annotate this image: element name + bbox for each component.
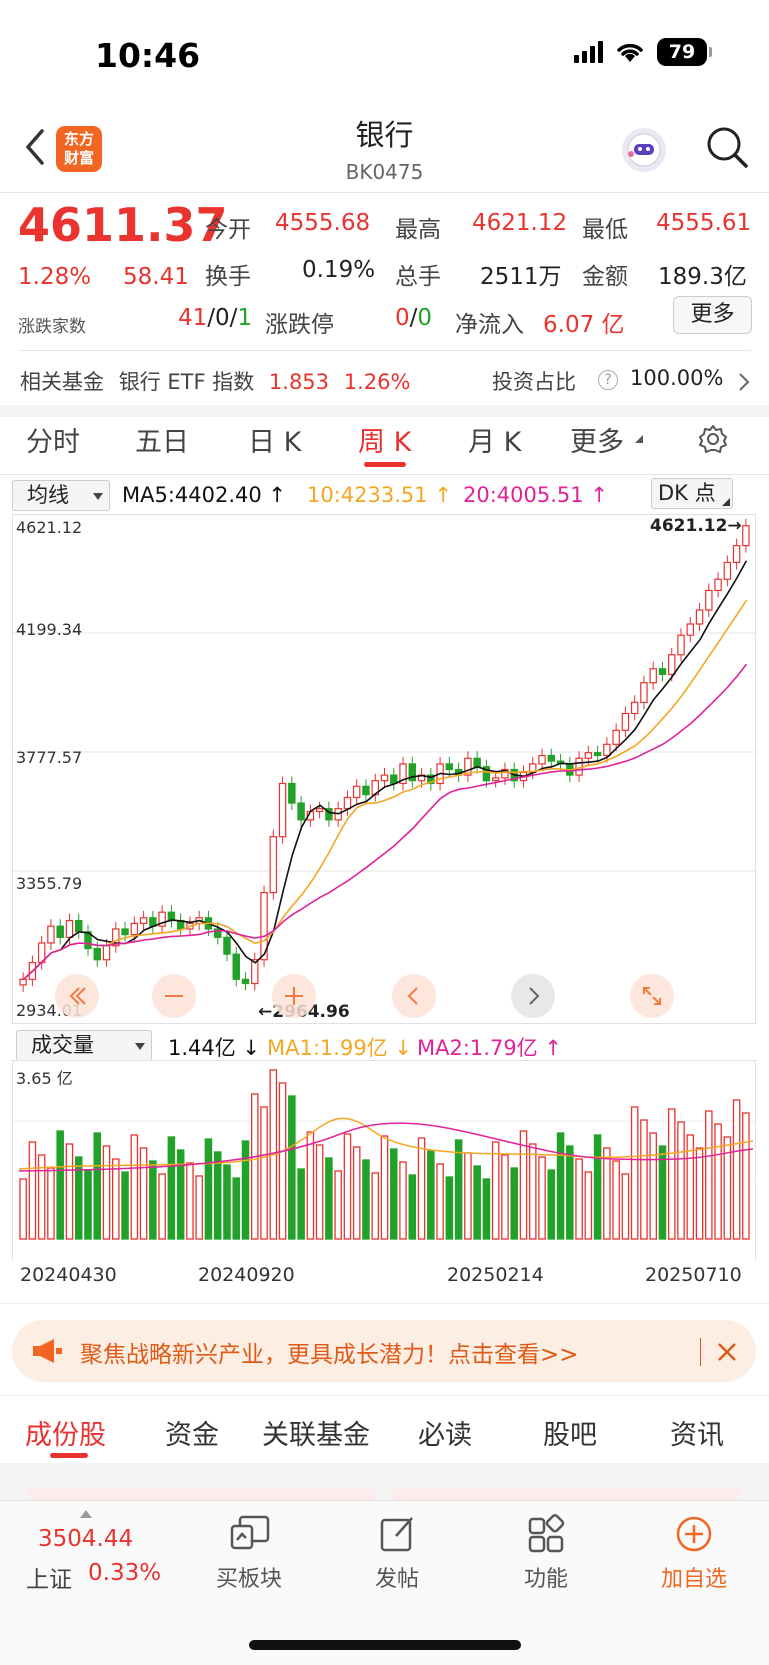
functions-label[interactable]: 功能 — [486, 1561, 606, 1593]
tab-daily-k[interactable]: 日 K — [248, 420, 301, 459]
tab-must-read[interactable]: 必读 — [418, 1413, 472, 1452]
tab-intraday[interactable]: 分时 — [26, 420, 80, 459]
date-label: 20250710 — [645, 1264, 742, 1286]
sub-tab-underline — [50, 1453, 88, 1458]
volume-svg — [13, 1069, 757, 1240]
fund-pct: 1.26% — [343, 370, 411, 394]
max-marker: 4621.12→ — [650, 516, 742, 536]
scroll-left-button[interactable] — [392, 974, 436, 1018]
volume-value: 2511万 — [480, 264, 562, 290]
fund-price: 1.853 — [268, 370, 330, 394]
buy-board-icon[interactable] — [228, 1514, 272, 1554]
kline-svg — [13, 518, 757, 992]
tab-news[interactable]: 资讯 — [670, 1413, 724, 1452]
change-pct: 1.28% — [18, 264, 92, 290]
amount-label: 金额 — [582, 264, 628, 290]
chevron-right-icon — [739, 373, 750, 391]
add-watchlist-label[interactable]: 加自选 — [634, 1561, 754, 1593]
date-label: 20250214 — [447, 1264, 544, 1286]
y-axis-label: 3355.79 — [16, 874, 83, 893]
dk-point-toggle[interactable]: DK 点 — [651, 478, 733, 509]
y-axis-label: 3777.57 — [16, 748, 83, 767]
index-value[interactable]: 3504.44 — [38, 1526, 133, 1552]
home-indicator — [249, 1640, 521, 1650]
tab-capital[interactable]: 资金 — [165, 1413, 219, 1452]
fund-name: 银行 ETF 指数 — [118, 370, 255, 394]
tab-related-funds[interactable]: 关联基金 — [262, 1413, 370, 1452]
buy-board-label[interactable]: 买板块 — [189, 1561, 309, 1593]
open-label: 今开 — [205, 217, 251, 243]
ma5-value: MA5:4402.40 ↑ — [122, 483, 287, 507]
y-axis-label-max: 4621.12 — [16, 518, 83, 537]
tab-monthly-k[interactable]: 月 K — [468, 420, 521, 459]
post-label[interactable]: 发帖 — [337, 1561, 457, 1593]
tab-weekly-k[interactable]: 周 K — [358, 420, 411, 459]
add-watchlist-icon[interactable] — [674, 1514, 714, 1554]
battery-indicator: 79 — [657, 38, 712, 66]
ma10-value: 10:4233.51 ↑ — [307, 483, 452, 507]
amount-value: 189.3亿 — [658, 264, 747, 290]
current-price: 4611.37 — [18, 198, 228, 252]
fullscreen-button[interactable] — [630, 974, 674, 1018]
breadth-values: 41/0/1 — [178, 305, 253, 331]
close-icon[interactable] — [716, 1341, 738, 1363]
scroll-right-button[interactable] — [511, 974, 555, 1018]
compose-icon[interactable] — [378, 1514, 418, 1554]
index-name[interactable]: 上证 — [26, 1560, 72, 1594]
turnover-label: 换手 — [205, 264, 251, 290]
fund-label: 相关基金 — [20, 370, 104, 394]
active-tab-underline — [364, 462, 406, 467]
tab-five-day[interactable]: 五日 — [135, 420, 189, 459]
low-label: 最低 — [582, 217, 628, 243]
settings-gear-icon[interactable] — [698, 424, 728, 454]
turnover-value: 0.19% — [302, 257, 376, 283]
wifi-icon — [617, 43, 643, 62]
related-fund-row[interactable]: 相关基金 银行 ETF 指数 1.853 1.26% 投资占比 ? 100.00… — [20, 366, 755, 398]
high-label: 最高 — [395, 217, 441, 243]
indicator-select[interactable]: 均线 — [12, 480, 110, 511]
more-button[interactable]: 更多 — [673, 296, 752, 334]
change-amount: 58.41 — [123, 264, 189, 290]
high-value: 4621.12 — [472, 210, 568, 236]
date-label: 20240430 — [20, 1264, 117, 1286]
index-pct[interactable]: 0.33% — [88, 1560, 161, 1586]
netflow-value: 6.07 亿 — [543, 312, 625, 338]
help-icon[interactable]: ? — [598, 370, 618, 390]
ratio-value: 100.00% — [630, 366, 724, 390]
breadth-label: 涨跌家数 — [18, 317, 86, 337]
volume-label: 总手 — [395, 264, 441, 290]
volume-value: 1.44亿 ↓ — [168, 1036, 261, 1060]
functions-grid-icon[interactable] — [527, 1514, 567, 1554]
ratio-label: 投资占比 — [492, 370, 576, 394]
zoom-in-button[interactable] — [272, 974, 316, 1018]
low-value: 4555.61 — [656, 210, 752, 236]
tab-more[interactable]: 更多 — [570, 420, 624, 459]
tab-forum[interactable]: 股吧 — [543, 1413, 597, 1452]
volume-indicator-select[interactable]: 成交量 — [16, 1030, 152, 1061]
cellular-signal-icon — [574, 41, 603, 63]
more-caret-icon — [635, 435, 643, 443]
kline-chart[interactable] — [12, 514, 757, 1024]
volume-y-max: 3.65 亿 — [16, 1069, 73, 1088]
ma20-value: 20:4005.51 ↑ — [463, 483, 608, 507]
netflow-label: 净流入 — [455, 312, 524, 338]
caret-up-icon — [80, 1510, 92, 1518]
megaphone-icon — [33, 1339, 62, 1363]
limit-label: 涨跌停 — [265, 312, 334, 338]
tab-constituents[interactable]: 成份股 — [25, 1413, 106, 1452]
y-axis-label: 4199.34 — [16, 620, 83, 639]
limit-values: 0/0 — [395, 305, 433, 331]
ai-assistant-robot-icon[interactable] — [622, 128, 666, 172]
volume-ma1: MA1:1.99亿 ↓ — [267, 1036, 412, 1060]
date-label: 20240920 — [198, 1264, 295, 1286]
open-value: 4555.68 — [275, 210, 371, 236]
banner-text[interactable]: 聚焦战略新兴产业，更具成长潜力！点击查看>> — [80, 1335, 579, 1369]
status-time: 10:46 — [95, 36, 201, 75]
scroll-start-button[interactable] — [55, 974, 99, 1018]
status-icons: 79 — [574, 38, 712, 66]
volume-ma2: MA2:1.79亿 ↑ — [417, 1036, 562, 1060]
volume-chart[interactable] — [12, 1060, 757, 1260]
zoom-out-button[interactable] — [152, 974, 196, 1018]
search-icon[interactable] — [704, 124, 750, 170]
